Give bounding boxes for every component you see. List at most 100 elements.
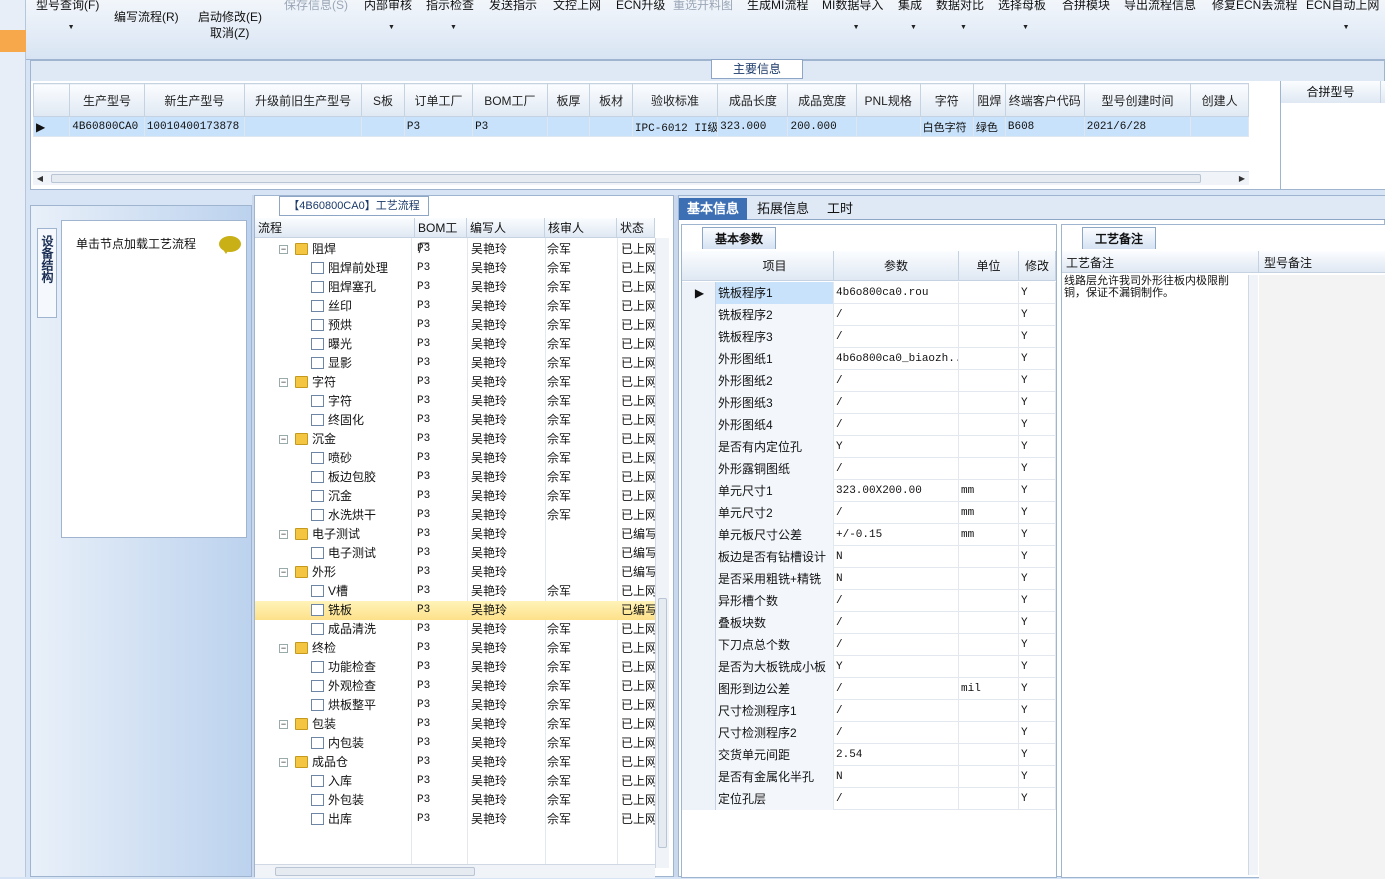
flow-tree-row[interactable]: 板边包胶 P3 吴艳玲 佘军 已上网 xyxy=(255,468,657,487)
toolbar-button-7[interactable]: 发送指示 xyxy=(489,0,537,13)
main-col-header[interactable]: PNL规格 xyxy=(855,83,921,117)
flow-tree-row[interactable]: 入库 P3 吴艳玲 佘军 已上网 xyxy=(255,772,657,791)
main-col-header[interactable]: 成品宽度 xyxy=(787,83,857,117)
main-cell[interactable]: 绿色 xyxy=(972,116,1006,137)
param-cell[interactable]: 4b6o800ca0.rou xyxy=(834,282,959,304)
flow-tree-row[interactable]: 水洗烘干 P3 吴艳玲 佘军 已上网 xyxy=(255,506,657,525)
flow-tree-row[interactable]: 终固化 P3 吴艳玲 佘军 已上网 xyxy=(255,411,657,430)
toolbar-button-15[interactable]: 选择母板 ▼ xyxy=(998,0,1046,31)
toolbar-button-11[interactable]: 生成MI流程 xyxy=(747,0,808,13)
flow-col-header[interactable]: 编写人 xyxy=(467,218,545,238)
param-cell[interactable]: Y xyxy=(834,436,959,458)
main-col-header[interactable]: 新生产型号 xyxy=(143,83,246,117)
toolbar-button-16[interactable]: 合拼模块 xyxy=(1062,0,1110,13)
main-cell[interactable]: 323.000 xyxy=(717,116,789,137)
param-row[interactable]: 异形槽个数 / Y xyxy=(682,590,1056,612)
flow-tree-row[interactable]: 字符 P3 吴艳玲 佘军 已上网 xyxy=(255,392,657,411)
param-cell[interactable]: / xyxy=(834,722,959,744)
main-col-header[interactable]: 成品长度 xyxy=(717,83,789,117)
tab-basic-info[interactable]: 基本信息 xyxy=(679,198,748,220)
main-cell[interactable] xyxy=(855,116,921,137)
main-cell[interactable] xyxy=(589,116,633,137)
collapse-icon[interactable]: − xyxy=(279,644,288,653)
flow-tree-row[interactable]: 功能检查 P3 吴艳玲 佘军 已上网 xyxy=(255,658,657,677)
param-cell[interactable]: N xyxy=(834,568,959,590)
param-cell[interactable]: / xyxy=(834,304,959,326)
collapse-icon[interactable]: − xyxy=(279,720,288,729)
param-row[interactable]: 是否有内定位孔 Y Y xyxy=(682,436,1056,458)
flow-tree-row[interactable]: − 字符 P3 吴艳玲 佘军 已上网 xyxy=(255,373,657,392)
toolbar-button-4[interactable]: 保存信息(S) xyxy=(284,0,348,13)
collapse-icon[interactable]: − xyxy=(279,435,288,444)
collapse-icon[interactable]: − xyxy=(279,758,288,767)
param-row[interactable]: 定位孔层 / Y xyxy=(682,788,1056,810)
main-cell[interactable]: P3 xyxy=(472,116,548,137)
param-row[interactable]: 外形图纸3/ Y xyxy=(682,392,1056,414)
main-cell[interactable] xyxy=(243,116,363,137)
param-row[interactable]: 叠板块数 / Y xyxy=(682,612,1056,634)
main-cell[interactable]: 2021/6/28 xyxy=(1083,116,1192,137)
param-row[interactable]: 外形图纸4/ Y xyxy=(682,414,1056,436)
flow-tree-row[interactable]: 喷砂 P3 吴艳玲 佘军 已上网 xyxy=(255,449,657,468)
side-tab[interactable] xyxy=(0,30,26,52)
flow-tree-row[interactable]: 内包装 P3 吴艳玲 佘军 已上网 xyxy=(255,734,657,753)
dropdown-arrow-icon[interactable]: ▼ xyxy=(1343,24,1350,31)
flow-tree-row[interactable]: − 阻焊 P3 吴艳玲 佘军 已上网 xyxy=(255,240,657,259)
param-row[interactable]: 尺寸检测程序2/ Y xyxy=(682,722,1056,744)
main-col-header[interactable]: 验收标准 xyxy=(631,83,719,117)
param-cell[interactable]: / xyxy=(834,590,959,612)
toolbar-button-0[interactable]: 型号查询(F) ▼ xyxy=(36,0,99,31)
param-row[interactable]: 单元板尺寸公差 +/-0.15 mm Y xyxy=(682,524,1056,546)
param-cell[interactable]: 2.54 xyxy=(834,744,959,766)
main-col-header[interactable]: BOM工厂 xyxy=(472,83,548,117)
param-row[interactable]: 铣板程序3/ Y xyxy=(682,326,1056,348)
param-cell[interactable]: / xyxy=(834,612,959,634)
main-cell[interactable] xyxy=(546,116,591,137)
main-cell[interactable] xyxy=(361,116,405,137)
param-row[interactable]: 尺寸检测程序1/ Y xyxy=(682,700,1056,722)
param-col-header[interactable]: 单位 xyxy=(959,251,1019,281)
main-cell[interactable]: IPC-6012 II级 xyxy=(631,116,719,137)
flow-tree-row[interactable]: − 外形 P3 吴艳玲 已编写 xyxy=(255,563,657,582)
flow-tree-row[interactable]: 成品清洗 P3 吴艳玲 佘军 已上网 xyxy=(255,620,657,639)
param-cell[interactable]: / xyxy=(834,788,959,810)
param-row[interactable]: 外形图纸2/ Y xyxy=(682,370,1056,392)
merge-col-model[interactable]: 合拼型号 xyxy=(1281,81,1381,103)
flow-tree-row[interactable]: 外包装 P3 吴艳玲 佘军 已上网 xyxy=(255,791,657,810)
toolbar-button-13[interactable]: 集成 ▼ xyxy=(898,0,922,31)
param-row[interactable]: 板边是否有钻槽设计 N Y xyxy=(682,546,1056,568)
collapse-icon[interactable]: − xyxy=(279,530,288,539)
equipment-structure-tab[interactable]: 设备结构 xyxy=(37,228,57,318)
param-row[interactable]: 是否有金属化半孔 N Y xyxy=(682,766,1056,788)
col-model-note[interactable]: 型号备注 xyxy=(1264,254,1312,271)
param-cell[interactable]: / xyxy=(834,502,959,524)
toolbar-button-8[interactable]: 文控上网 xyxy=(553,0,601,13)
main-col-header[interactable]: 生产型号 xyxy=(69,83,145,117)
param-col-header[interactable]: 项目 xyxy=(716,251,834,281)
toolbar-button-18[interactable]: 修复ECN丢流程 xyxy=(1212,0,1297,13)
tab-work-hours[interactable]: 工时 xyxy=(819,198,861,220)
flow-tree-row[interactable]: 外观检查 P3 吴艳玲 佘军 已上网 xyxy=(255,677,657,696)
collapse-icon[interactable]: − xyxy=(279,245,288,254)
toolbar-button-1[interactable]: 编写流程(R) xyxy=(114,8,179,25)
param-cell[interactable]: / xyxy=(834,392,959,414)
flow-col-header[interactable]: 状态 xyxy=(617,218,655,238)
main-col-header[interactable]: 订单工厂 xyxy=(403,83,474,117)
toolbar-button-14[interactable]: 数据对比 ▼ xyxy=(936,0,984,31)
flow-tree-row[interactable]: 沉金 P3 吴艳玲 佘军 已上网 xyxy=(255,487,657,506)
param-row[interactable]: 外形露铜图纸 / Y xyxy=(682,458,1056,480)
dropdown-arrow-icon[interactable]: ▼ xyxy=(910,24,917,31)
param-cell[interactable]: N xyxy=(834,546,959,568)
param-cell[interactable]: / xyxy=(834,326,959,348)
toolbar-button-9[interactable]: ECN升级 xyxy=(616,0,665,13)
flow-tree-row[interactable]: − 沉金 P3 吴艳玲 佘军 已上网 xyxy=(255,430,657,449)
dropdown-arrow-icon[interactable]: ▼ xyxy=(450,24,457,31)
table-row[interactable]: ▶ 4B60800CA0 10010400173878 P3 P3 IPC-6012 II… xyxy=(32,116,1249,137)
flow-tree-row[interactable]: 曝光 P3 吴艳玲 佘军 已上网 xyxy=(255,335,657,354)
param-cell[interactable]: / xyxy=(834,414,959,436)
dropdown-arrow-icon[interactable]: ▼ xyxy=(853,24,860,31)
param-cell[interactable]: 4b6o800ca0_biaozh... xyxy=(834,348,959,370)
toolbar-button-12[interactable]: MI数据导入 ▼ xyxy=(822,0,883,31)
param-cell[interactable]: / xyxy=(834,458,959,480)
toolbar-button-17[interactable]: 导出流程信息 xyxy=(1124,0,1196,13)
